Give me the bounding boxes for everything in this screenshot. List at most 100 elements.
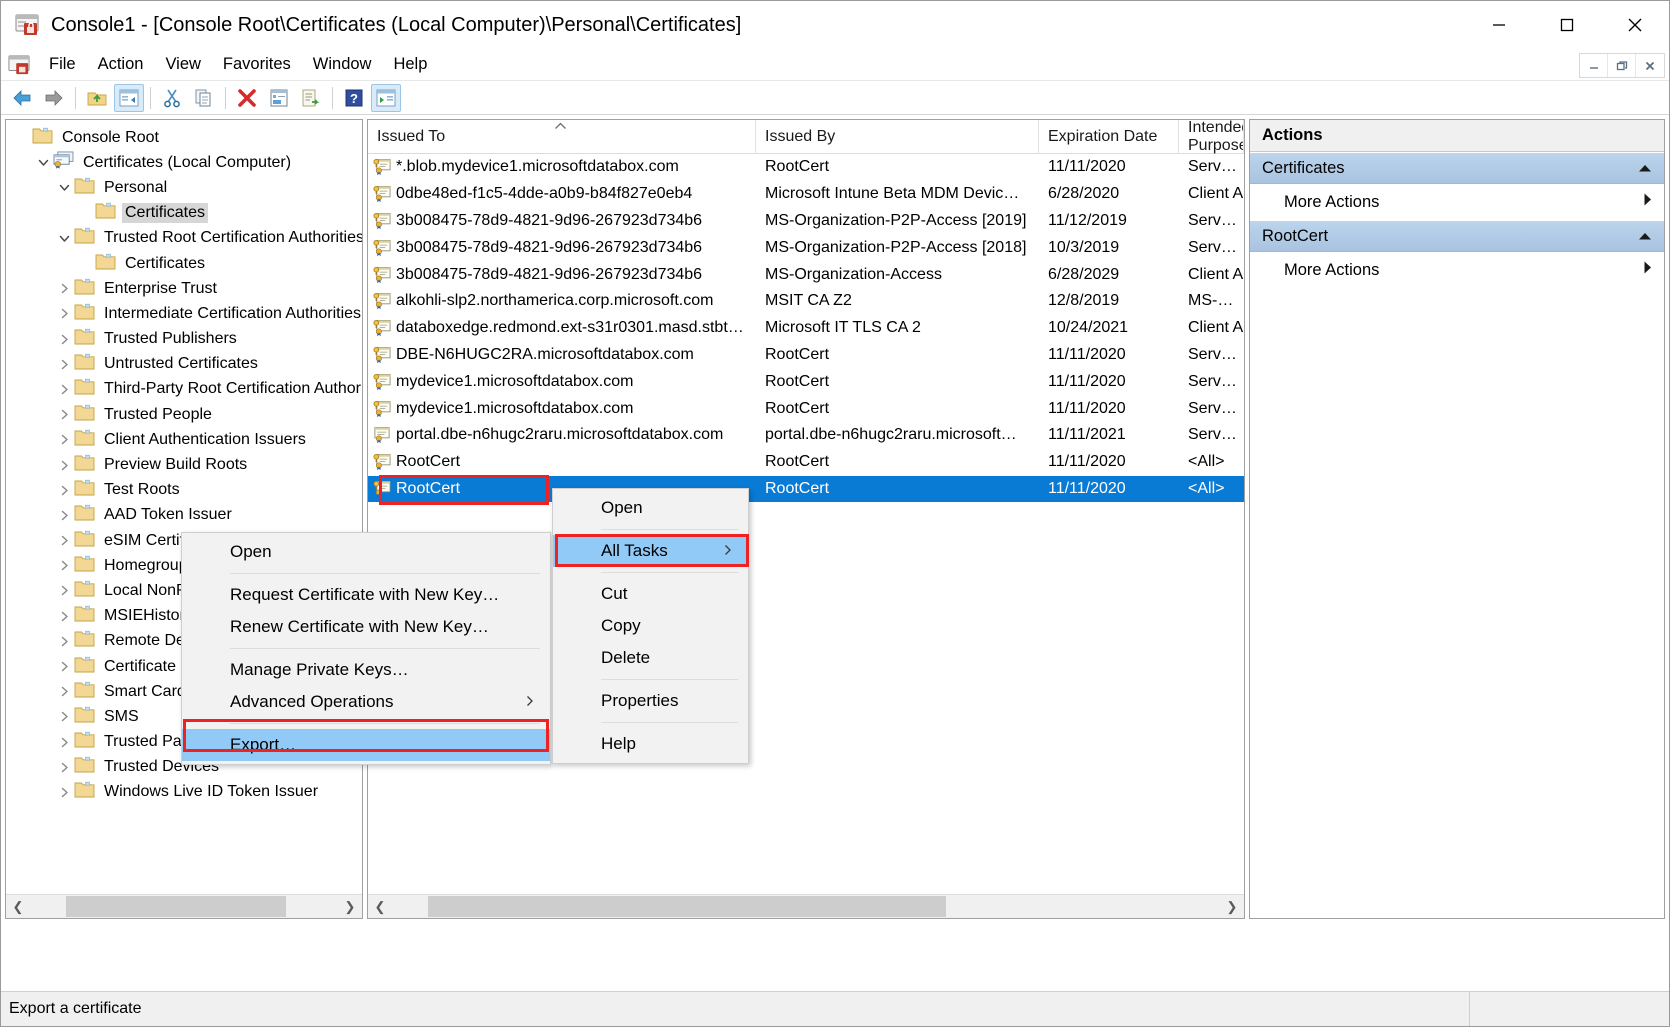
caret-up-icon[interactable] xyxy=(1638,227,1652,246)
actions-group-rootcert[interactable]: RootCert xyxy=(1250,220,1664,252)
menu-item-delete[interactable]: Delete xyxy=(553,642,748,674)
column-header-intended-purposes[interactable]: Intended Purposes xyxy=(1179,120,1244,154)
actions-item-more-actions[interactable]: More Actions xyxy=(1250,252,1664,288)
menu-item-cut[interactable]: Cut xyxy=(553,578,748,610)
menu-item-window[interactable]: Window xyxy=(302,52,383,77)
menu-item-favorites[interactable]: Favorites xyxy=(212,52,302,77)
scroll-right-arrow-icon[interactable]: ❯ xyxy=(338,895,362,919)
tree-item-enterprise-trust[interactable]: Enterprise Trust xyxy=(6,276,362,301)
table-row[interactable]: alkohli-slp2.northamerica.corp.microsoft… xyxy=(368,288,1244,315)
chevron-right-icon[interactable] xyxy=(54,333,74,346)
menu-item-request-certificate-with-new-key[interactable]: Request Certificate with New Key… xyxy=(182,579,550,611)
actions-group-certificates[interactable]: Certificates xyxy=(1250,152,1664,184)
tree-scroll-thumb[interactable] xyxy=(66,895,286,917)
table-row[interactable]: mydevice1.microsoftdatabox.com RootCert 11… xyxy=(368,368,1244,395)
menu-item-help[interactable]: Help xyxy=(382,52,438,77)
menu-item-file[interactable]: File xyxy=(38,52,87,77)
chevron-right-icon[interactable] xyxy=(54,736,74,749)
chevron-right-icon[interactable] xyxy=(54,685,74,698)
table-row[interactable]: 3b008475-78d9-4821-9d96-267923d734b6 MS-O… xyxy=(368,234,1244,261)
tree-item-intermediate-certification-authorities[interactable]: Intermediate Certification Authorities xyxy=(6,301,362,326)
list-scroll-thumb[interactable] xyxy=(428,895,946,917)
chevron-right-icon[interactable] xyxy=(54,383,74,396)
tree-horizontal-scrollbar[interactable]: ❮ ❯ xyxy=(6,894,362,918)
mdi-minimize-button[interactable] xyxy=(1580,54,1608,77)
column-header-issued-by[interactable]: Issued By xyxy=(756,120,1039,154)
menu-item-open[interactable]: Open xyxy=(182,536,550,568)
chevron-down-icon[interactable] xyxy=(54,232,74,245)
chevron-right-icon[interactable] xyxy=(54,282,74,295)
caret-right-icon[interactable] xyxy=(1643,261,1652,280)
chevron-right-icon[interactable] xyxy=(54,307,74,320)
tree-item-trusted-root-certification-authorities[interactable]: Trusted Root Certification Authorities xyxy=(6,226,362,251)
maximize-button[interactable] xyxy=(1533,1,1601,49)
show-hide-tree-icon[interactable] xyxy=(114,83,144,112)
chevron-right-icon[interactable] xyxy=(54,559,74,572)
chevron-right-icon[interactable] xyxy=(54,610,74,623)
properties-icon[interactable] xyxy=(264,84,294,112)
chevron-right-icon[interactable] xyxy=(54,433,74,446)
menu-item-advanced-operations[interactable]: Advanced Operations xyxy=(182,686,550,718)
back-icon[interactable] xyxy=(7,84,37,112)
scroll-left-arrow-icon[interactable]: ❮ xyxy=(368,895,392,919)
tree-item-client-authentication-issuers[interactable]: Client Authentication Issuers xyxy=(6,427,362,452)
tree-item-untrusted-certificates[interactable]: Untrusted Certificates xyxy=(6,352,362,377)
menu-item-renew-certificate-with-new-key[interactable]: Renew Certificate with New Key… xyxy=(182,611,550,643)
chevron-down-icon[interactable] xyxy=(33,156,53,169)
table-row[interactable]: *.blob.mydevice1.microsoftdatabox.com Roo… xyxy=(368,154,1244,181)
menu-item-export[interactable]: Export… xyxy=(182,729,550,761)
tree-item-preview-build-roots[interactable]: Preview Build Roots xyxy=(6,452,362,477)
menu-item-properties[interactable]: Properties xyxy=(553,685,748,717)
tree-item-windows-live-id-token-issuer[interactable]: Windows Live ID Token Issuer xyxy=(6,780,362,805)
copy-icon[interactable] xyxy=(189,84,219,112)
menu-item-action[interactable]: Action xyxy=(87,52,155,77)
table-row[interactable]: 3b008475-78d9-4821-9d96-267923d734b6 MS-O… xyxy=(368,261,1244,288)
tree-item-certificates[interactable]: Certificates xyxy=(6,251,362,276)
table-row[interactable]: mydevice1.microsoftdatabox.com RootCert 11… xyxy=(368,395,1244,422)
help-icon[interactable]: ? xyxy=(339,84,369,112)
up-folder-icon[interactable] xyxy=(82,84,112,112)
table-row[interactable]: DBE-N6HUGC2RA.microsoftdatabox.com RootCe… xyxy=(368,342,1244,369)
chevron-right-icon[interactable] xyxy=(54,534,74,547)
tree-scroll-track[interactable] xyxy=(30,895,338,919)
forward-icon[interactable] xyxy=(39,84,69,112)
tree-item-certificates[interactable]: Certificates xyxy=(6,201,362,226)
chevron-right-icon[interactable] xyxy=(54,484,74,497)
menu-item-all-tasks[interactable]: All Tasks xyxy=(553,535,748,567)
chevron-right-icon[interactable] xyxy=(54,635,74,648)
table-row[interactable]: 0dbe48ed-f1c5-4dde-a0b9-b84f827e0eb4 Micr… xyxy=(368,181,1244,208)
list-scroll-track[interactable] xyxy=(392,895,1220,919)
minimize-button[interactable] xyxy=(1465,1,1533,49)
scroll-left-arrow-icon[interactable]: ❮ xyxy=(6,895,30,919)
chevron-right-icon[interactable] xyxy=(54,509,74,522)
mdi-close-button[interactable] xyxy=(1636,54,1664,77)
menu-item-copy[interactable]: Copy xyxy=(553,610,748,642)
tree-item-aad-token-issuer[interactable]: AAD Token Issuer xyxy=(6,503,362,528)
menu-item-view[interactable]: View xyxy=(154,52,211,77)
chevron-right-icon[interactable] xyxy=(54,459,74,472)
menu-item-open[interactable]: Open xyxy=(553,492,748,524)
table-row[interactable]: 3b008475-78d9-4821-9d96-267923d734b6 MS-O… xyxy=(368,208,1244,235)
chevron-down-icon[interactable] xyxy=(54,181,74,194)
chevron-right-icon[interactable] xyxy=(54,358,74,371)
delete-icon[interactable] xyxy=(232,84,262,112)
show-action-pane-icon[interactable] xyxy=(371,83,401,112)
scroll-right-arrow-icon[interactable]: ❯ xyxy=(1220,895,1244,919)
cut-icon[interactable] xyxy=(157,84,187,112)
close-button[interactable] xyxy=(1601,1,1669,49)
mdi-restore-button[interactable] xyxy=(1608,54,1636,77)
caret-right-icon[interactable] xyxy=(1643,193,1652,212)
tree-item-test-roots[interactable]: Test Roots xyxy=(6,478,362,503)
table-row[interactable]: RootCert RootCert 11/11/2020 <All> xyxy=(368,475,1244,503)
column-header-expiration-date[interactable]: Expiration Date xyxy=(1039,120,1179,154)
chevron-right-icon[interactable] xyxy=(54,761,74,774)
chevron-right-icon[interactable] xyxy=(54,710,74,723)
tree-item-console-root[interactable]: Console Root xyxy=(6,125,362,150)
tree-item-third-party-root-certification-authorities[interactable]: Third-Party Root Certification Authoriti… xyxy=(6,377,362,402)
chevron-right-icon[interactable] xyxy=(54,660,74,673)
menu-item-manage-private-keys[interactable]: Manage Private Keys… xyxy=(182,654,550,686)
column-header-issued-to[interactable]: Issued To xyxy=(368,120,756,154)
table-row[interactable]: RootCert RootCert 11/11/2020 <All> xyxy=(368,449,1244,476)
menu-item-help[interactable]: Help xyxy=(553,728,748,760)
actions-item-more-actions[interactable]: More Actions xyxy=(1250,184,1664,220)
